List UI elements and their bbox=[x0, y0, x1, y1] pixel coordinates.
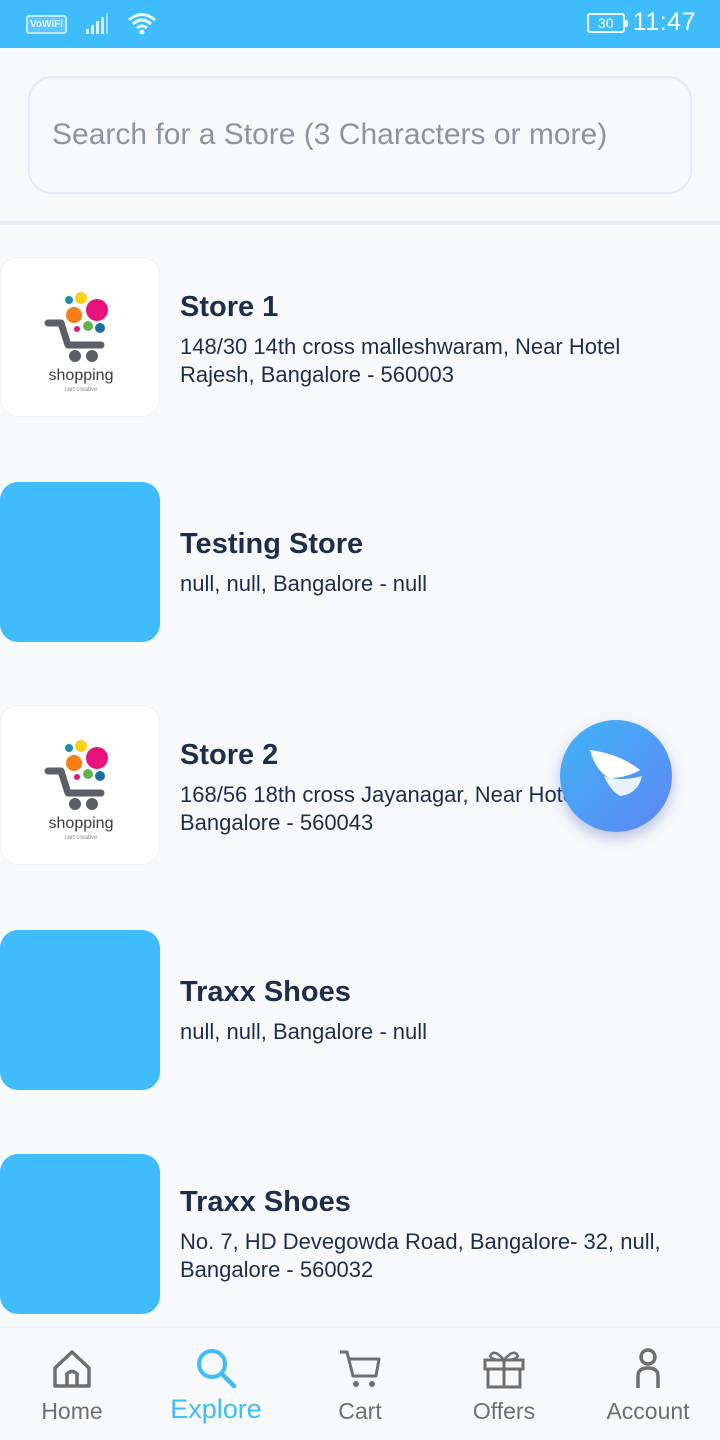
tab-offers[interactable]: Offers bbox=[432, 1328, 576, 1440]
status-bar: VoWiFi 30 11:47 bbox=[0, 0, 720, 48]
tab-account-label: Account bbox=[606, 1398, 690, 1424]
store-item[interactable]: shopping cart creative Store 1 148/30 14… bbox=[0, 257, 720, 417]
status-right: 30 11:47 bbox=[586, 8, 696, 37]
store-address: No. 7, HD Devegowda Road, Bangalore- 32,… bbox=[180, 1229, 661, 1282]
tab-offers-label: Offers bbox=[472, 1398, 536, 1424]
store-address: 148/30 14th cross malleshwaram, Near Hot… bbox=[180, 334, 621, 387]
tab-account[interactable]: Account bbox=[576, 1328, 720, 1440]
logo-tagline: cart creative bbox=[65, 835, 98, 841]
chat-fab-button[interactable] bbox=[560, 720, 672, 832]
tab-cart-label: Cart bbox=[338, 1398, 382, 1424]
shopping-logo-icon: shopping cart creative bbox=[44, 740, 114, 841]
store-thumbnail-placeholder bbox=[0, 482, 160, 642]
tab-explore[interactable]: Explore bbox=[144, 1328, 288, 1440]
user-icon bbox=[636, 1348, 660, 1388]
cart-icon bbox=[340, 1350, 381, 1387]
wing-icon bbox=[590, 750, 642, 796]
store-thumbnail-placeholder bbox=[0, 1154, 160, 1314]
battery-icon: 30 bbox=[586, 12, 628, 33]
shopping-logo-icon: shopping cart creative bbox=[44, 292, 114, 393]
vowifi-badge: VoWiFi bbox=[26, 14, 68, 34]
gift-icon bbox=[483, 1351, 525, 1389]
status-left: VoWiFi bbox=[26, 12, 157, 36]
tab-home[interactable]: Home bbox=[0, 1328, 144, 1440]
bottom-nav: Home Explore Cart Offers Account bbox=[0, 1326, 720, 1440]
store-name: Store 2 bbox=[180, 739, 279, 771]
search-icon bbox=[197, 1349, 237, 1389]
status-time: 11:47 bbox=[632, 8, 696, 36]
store-name: Testing Store bbox=[180, 528, 364, 560]
home-icon bbox=[53, 1350, 91, 1388]
wifi-icon bbox=[128, 13, 157, 35]
store-address: null, null, Bangalore - null bbox=[180, 571, 428, 596]
store-address: null, null, Bangalore - null bbox=[180, 1019, 428, 1044]
store-thumbnail: shopping cart creative bbox=[0, 257, 160, 417]
tab-home-label: Home bbox=[41, 1398, 103, 1424]
store-item[interactable]: Testing Store null, null, Bangalore - nu… bbox=[0, 482, 720, 642]
tab-explore-label: Explore bbox=[170, 1394, 262, 1424]
store-item[interactable]: Traxx Shoes null, null, Bangalore - null bbox=[0, 930, 720, 1090]
store-thumbnail: shopping cart creative bbox=[0, 705, 160, 865]
logo-wordmark: shopping bbox=[49, 815, 114, 832]
logo-tagline: cart creative bbox=[65, 387, 98, 393]
search-box[interactable] bbox=[28, 76, 692, 194]
store-thumbnail-placeholder bbox=[0, 930, 160, 1090]
battery-level: 30 bbox=[597, 14, 614, 31]
tab-cart[interactable]: Cart bbox=[288, 1328, 432, 1440]
signal-icon bbox=[86, 13, 109, 34]
store-item[interactable]: Traxx Shoes No. 7, HD Devegowda Road, Ba… bbox=[0, 1154, 720, 1314]
store-name: Traxx Shoes bbox=[180, 976, 351, 1008]
logo-wordmark: shopping bbox=[49, 367, 114, 384]
store-name: Store 1 bbox=[180, 291, 279, 323]
store-name: Traxx Shoes bbox=[180, 1186, 351, 1218]
search-input[interactable] bbox=[52, 78, 672, 192]
